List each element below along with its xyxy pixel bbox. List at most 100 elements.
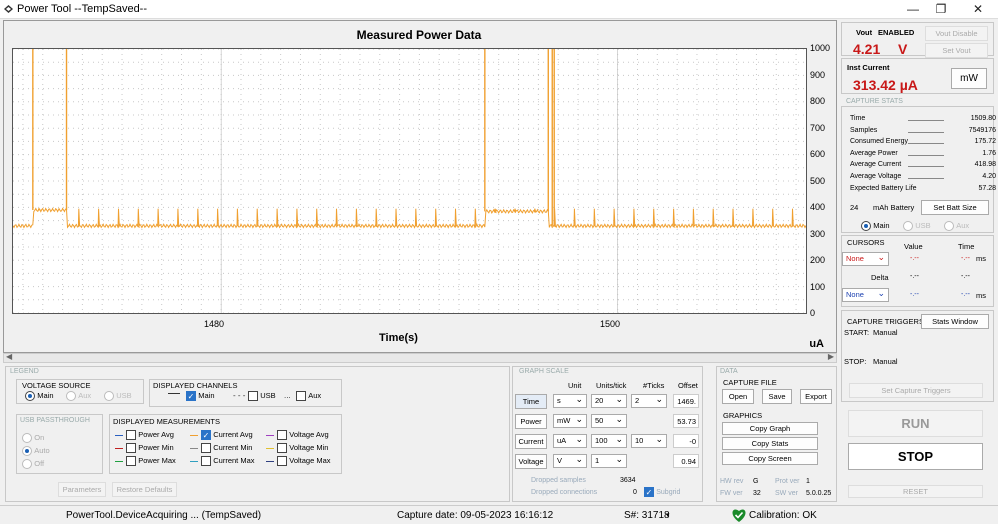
checkmark-icon[interactable]: ✓ <box>201 430 211 440</box>
power-avg-checkbox[interactable]: Power Avg <box>126 430 174 440</box>
checkbox-icon[interactable] <box>126 430 136 440</box>
scale-ticks-select[interactable]: 10 <box>631 433 667 448</box>
save-button[interactable]: Save <box>762 389 792 404</box>
ch-usb-checkbox[interactable]: USB <box>248 391 276 401</box>
stat-value: 4.20 <box>982 173 996 180</box>
checkmark-icon[interactable]: ✓ <box>644 487 654 497</box>
parameters-button[interactable]: Parameters <box>58 482 106 497</box>
open-button[interactable]: Open <box>722 389 754 404</box>
power-chart[interactable] <box>12 48 807 314</box>
graph-scrollbar[interactable]: ◀ ▶ <box>3 352 837 363</box>
scale-per-tick-select[interactable]: 20 <box>591 393 627 408</box>
radio-icon[interactable] <box>903 221 913 231</box>
scale-time-button[interactable]: Time <box>515 394 547 409</box>
radio-selected-icon[interactable] <box>22 446 32 456</box>
vs-usb-radio[interactable]: USB <box>104 391 132 401</box>
scale-unit-select[interactable]: mW <box>553 413 587 428</box>
ch-main-checkbox[interactable]: ✓ Main <box>186 391 215 401</box>
delta-value: -.-- <box>910 273 919 280</box>
pt-auto-radio[interactable]: Auto <box>22 446 50 456</box>
set-batt-size-button[interactable]: Set Batt Size <box>921 200 989 215</box>
maximize-button[interactable]: ❐ <box>926 2 956 16</box>
voltage-avg-checkbox[interactable]: Voltage Avg <box>277 430 329 440</box>
vs-aux-radio[interactable]: Aux <box>66 391 91 401</box>
source-main-label: Main <box>873 221 890 231</box>
voltage-source-label: VOLTAGE SOURCE <box>22 381 91 390</box>
checkbox-icon[interactable] <box>248 391 258 401</box>
minimize-button[interactable]: — <box>898 2 928 16</box>
source-aux-radio[interactable]: Aux <box>944 221 969 231</box>
copy-stats-button[interactable]: Copy Stats <box>722 437 818 450</box>
pt-off-radio[interactable]: Off <box>22 459 44 469</box>
mw-toggle-button[interactable]: mW <box>951 68 987 89</box>
source-main-radio[interactable]: Main <box>861 221 890 231</box>
ch-aux-checkbox[interactable]: Aux <box>296 391 321 401</box>
graph-scale-panel: GRAPH SCALE Unit Units/tick #Ticks Offse… <box>512 366 703 502</box>
scale-per-tick-select[interactable]: 100 <box>591 433 627 448</box>
scale-offset-input[interactable]: 53.73 <box>673 414 699 428</box>
export-button[interactable]: Export <box>800 389 832 404</box>
copy-graph-button[interactable]: Copy Graph <box>722 422 818 435</box>
scale-voltage-button[interactable]: Voltage <box>515 454 547 469</box>
checkbox-icon[interactable] <box>201 443 211 453</box>
displayed-channels-box: DISPLAYED CHANNELS ✓ Main - - - USB ... … <box>149 379 342 407</box>
voltage-max-checkbox[interactable]: Voltage Max <box>277 456 331 466</box>
status-bar: PowerTool.DeviceAcquiring ... (TempSaved… <box>0 505 998 524</box>
run-button[interactable]: RUN <box>848 410 983 437</box>
plot-area[interactable] <box>12 48 807 314</box>
close-button[interactable]: ✕ <box>963 2 993 16</box>
scroll-left-icon[interactable]: ◀ <box>6 352 12 361</box>
scale-power-button[interactable]: Power <box>515 414 547 429</box>
checkbox-icon[interactable] <box>126 456 136 466</box>
scale-per-tick-select[interactable]: 1 <box>591 453 627 468</box>
scale-unit-select[interactable]: V <box>553 453 587 468</box>
radio-icon[interactable] <box>22 433 32 443</box>
scale-ticks-select[interactable]: 2 <box>631 393 667 408</box>
serial-dropdown-icon[interactable]: ▾ <box>666 511 670 519</box>
radio-icon[interactable] <box>944 221 954 231</box>
current-avg-checkbox[interactable]: ✓ Current Avg <box>201 430 253 440</box>
inst-current-label: Inst Current <box>847 63 890 72</box>
checkbox-icon[interactable] <box>277 443 287 453</box>
scroll-right-icon[interactable]: ▶ <box>828 352 834 361</box>
restore-defaults-button[interactable]: Restore Defaults <box>112 482 177 497</box>
power-min-checkbox[interactable]: Power Min <box>126 443 174 453</box>
reset-button[interactable]: RESET <box>848 485 983 498</box>
stats-window-button[interactable]: Stats Window <box>921 314 989 329</box>
stop-button[interactable]: STOP <box>848 443 983 470</box>
current-max-checkbox[interactable]: Current Max <box>201 456 255 466</box>
radio-selected-icon[interactable] <box>861 221 871 231</box>
cursor1-select[interactable]: None <box>842 251 889 266</box>
set-vout-button[interactable]: Set Vout <box>925 43 988 58</box>
serial-number[interactable]: S#: 31718 <box>624 510 670 521</box>
vout-disable-button[interactable]: Vout Disable <box>925 26 988 41</box>
current-min-checkbox[interactable]: Current Min <box>201 443 252 453</box>
scale-offset-input[interactable]: 0.94 <box>673 454 699 468</box>
checkbox-icon[interactable] <box>277 430 287 440</box>
radio-icon[interactable] <box>22 459 32 469</box>
checkbox-icon[interactable] <box>296 391 306 401</box>
cursor2-select[interactable]: None <box>842 287 889 302</box>
radio-icon[interactable] <box>66 391 76 401</box>
scale-current-button[interactable]: Current <box>515 434 547 449</box>
scale-offset-input[interactable]: 1469. <box>673 394 699 408</box>
radio-selected-icon[interactable] <box>25 391 35 401</box>
vs-main-radio[interactable]: Main <box>25 391 54 401</box>
set-capture-triggers-button[interactable]: Set Capture Triggers <box>849 383 983 398</box>
checkmark-icon[interactable]: ✓ <box>186 391 196 401</box>
subgrid-checkbox[interactable]: ✓ Subgrid <box>644 487 680 497</box>
pt-on-radio[interactable]: On <box>22 433 44 443</box>
right-panel: Vout ENABLED 4.21 V Vout Disable Set Vou… <box>841 22 996 500</box>
scale-unit-select[interactable]: uA <box>553 433 587 448</box>
scale-offset-input[interactable]: -0 <box>673 434 699 448</box>
checkbox-icon[interactable] <box>277 456 287 466</box>
scale-unit-select[interactable]: s <box>553 393 587 408</box>
power-max-checkbox[interactable]: Power Max <box>126 456 176 466</box>
checkbox-icon[interactable] <box>126 443 136 453</box>
voltage-min-checkbox[interactable]: Voltage Min <box>277 443 328 453</box>
source-usb-radio[interactable]: USB <box>903 221 931 231</box>
scale-per-tick-select[interactable]: 50 <box>591 413 627 428</box>
checkbox-icon[interactable] <box>201 456 211 466</box>
radio-icon[interactable] <box>104 391 114 401</box>
copy-screen-button[interactable]: Copy Screen <box>722 452 818 465</box>
